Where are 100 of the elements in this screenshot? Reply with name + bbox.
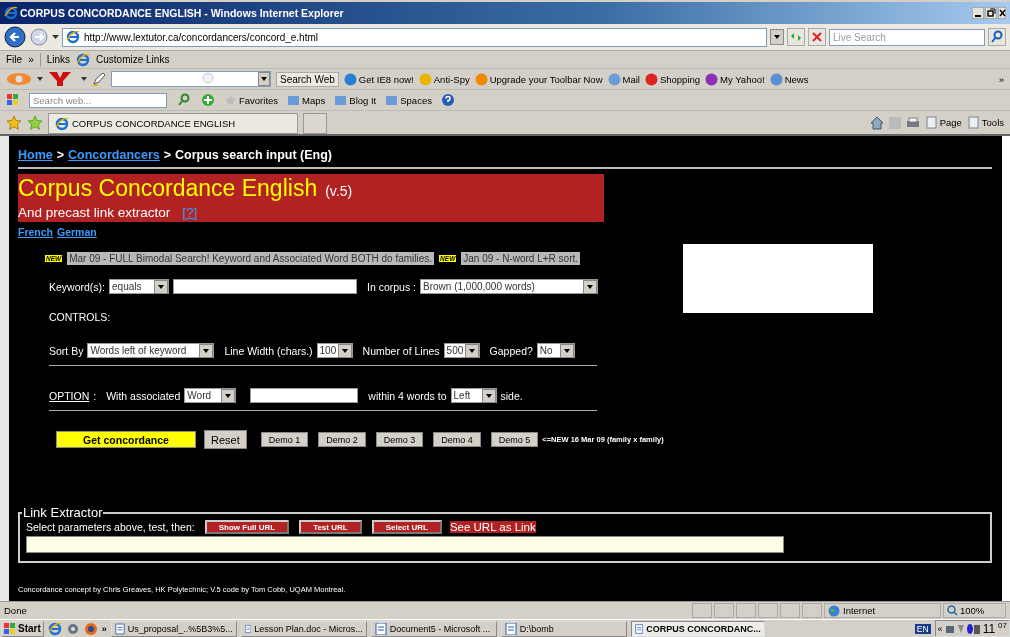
section-label: CONTROLS: bbox=[49, 311, 111, 323]
demo-button[interactable]: Demo 3 bbox=[375, 432, 424, 447]
taskbar-item[interactable]: Us_proposal_..%5B3%5... bbox=[110, 620, 237, 637]
field-label: Sort By bbox=[49, 344, 84, 357]
quick-launch-chevron[interactable]: » bbox=[101, 623, 107, 634]
keyword-field[interactable] bbox=[173, 279, 357, 294]
toolbar-item[interactable]: Anti-Spy bbox=[418, 72, 470, 86]
toolbar-item[interactable]: Blog It bbox=[334, 93, 377, 107]
field-label: Number of Lines bbox=[362, 344, 440, 357]
toolbar-item[interactable]: My Yahoo! bbox=[705, 72, 765, 86]
demo-button[interactable]: Demo 2 bbox=[318, 432, 366, 447]
document-icon bbox=[634, 622, 644, 635]
plus-icon[interactable] bbox=[201, 93, 215, 107]
clock-minute: 07 bbox=[998, 621, 1007, 630]
toolbar-item-icon bbox=[924, 116, 938, 129]
search-field[interactable] bbox=[111, 71, 271, 87]
restore-icon[interactable] bbox=[985, 7, 997, 19]
url-button[interactable]: Show Full URL bbox=[204, 520, 290, 534]
get-concordance-button[interactable]: Get concordance bbox=[56, 431, 196, 448]
toolbar-item[interactable]: Mail bbox=[607, 72, 640, 86]
dropdown[interactable]: 500 bbox=[443, 343, 480, 358]
url-button[interactable]: Select URL bbox=[371, 520, 442, 534]
breadcrumb-link[interactable]: Concordancers bbox=[68, 148, 160, 162]
dropdown[interactable]: Word bbox=[184, 388, 237, 403]
field-label: Line Width (chars.) bbox=[224, 344, 313, 357]
url-field[interactable] bbox=[26, 536, 784, 553]
address-field[interactable]: http://www.lextutor.ca/concordancers/concord_e.html bbox=[62, 27, 767, 47]
status-pane bbox=[758, 603, 778, 618]
news-item: Jan 09 - N-word L+R sort. bbox=[461, 252, 581, 265]
dropdown[interactable]: equals bbox=[109, 279, 169, 294]
print-icon[interactable] bbox=[905, 116, 920, 129]
dropdown[interactable]: No bbox=[536, 343, 575, 358]
demo-button[interactable]: Demo 4 bbox=[433, 432, 481, 447]
command-button[interactable]: Page bbox=[924, 116, 962, 129]
back-icon[interactable] bbox=[4, 26, 26, 48]
dropdown[interactable]: Left bbox=[450, 388, 497, 403]
dropdown[interactable]: 100 bbox=[316, 343, 353, 358]
search-field[interactable]: Live Search bbox=[829, 28, 985, 46]
toolbar-item[interactable]: Shopping bbox=[644, 72, 701, 86]
caret-icon[interactable] bbox=[81, 77, 87, 81]
url-link[interactable]: See URL as Link bbox=[449, 521, 536, 533]
prompt-text: Select parameters above, test, then: bbox=[26, 521, 195, 533]
zoom-control[interactable]: 100% bbox=[943, 603, 1006, 618]
toolbar-link[interactable]: Customize Links bbox=[96, 54, 170, 65]
toolbar-item[interactable]: Favorites bbox=[224, 93, 279, 107]
taskbar-item[interactable]: Document5 - Microsoft ... bbox=[370, 620, 497, 637]
home-icon[interactable] bbox=[869, 115, 884, 130]
toolbar-item[interactable]: News bbox=[769, 72, 809, 86]
version-label: (v.5) bbox=[325, 182, 353, 201]
toolbar-item[interactable]: Get IE8 now! bbox=[343, 72, 414, 86]
clock-hour: 11 bbox=[982, 621, 996, 636]
toolbar-item[interactable]: Spaces bbox=[385, 93, 432, 107]
search-field[interactable]: Search web... bbox=[29, 92, 167, 108]
favorites-star-icon[interactable] bbox=[6, 114, 22, 131]
panel-legend: Link Extractor bbox=[22, 505, 104, 520]
overflow-chevron[interactable]: » bbox=[998, 73, 1004, 85]
caret-icon bbox=[583, 279, 598, 294]
status-pane bbox=[780, 603, 800, 618]
url-button[interactable]: Test URL bbox=[299, 520, 362, 534]
pencil-icon[interactable] bbox=[92, 72, 106, 86]
browser-tab[interactable]: CORPUS CONCORDANCE ENGLISH bbox=[48, 113, 298, 134]
minimize-icon[interactable] bbox=[972, 7, 984, 19]
toolbar-item[interactable]: Upgrade your Toolbar Now bbox=[474, 72, 603, 86]
search-icon[interactable] bbox=[988, 28, 1006, 46]
menu-item[interactable]: » bbox=[28, 54, 34, 65]
caret-icon[interactable] bbox=[770, 29, 784, 45]
caret-icon[interactable] bbox=[37, 77, 43, 81]
taskbar-item[interactable]: Lesson Plan.doc - Micros... bbox=[240, 620, 367, 637]
menu-item[interactable]: File bbox=[6, 54, 23, 65]
search-icon[interactable] bbox=[176, 92, 192, 108]
taskbar-item[interactable]: D:\bomb bbox=[500, 620, 627, 637]
toolbar-item[interactable]: Maps bbox=[287, 93, 326, 107]
command-button[interactable]: Tools bbox=[966, 116, 1004, 129]
taskbar-item[interactable]: CORPUS CONCORDANC... bbox=[630, 620, 765, 637]
tray-chevron[interactable]: « bbox=[937, 623, 943, 634]
new-tab-button[interactable] bbox=[303, 113, 327, 134]
help-icon[interactable] bbox=[440, 93, 455, 107]
demo-button[interactable]: Demo 1 bbox=[260, 432, 309, 447]
caret-icon bbox=[559, 343, 574, 358]
dropdown[interactable]: Words left of keyword bbox=[87, 343, 215, 358]
demo-button[interactable]: Demo 5 bbox=[490, 432, 539, 447]
search-web-button[interactable]: Search Web bbox=[276, 71, 339, 87]
associated-word-field[interactable] bbox=[250, 388, 359, 403]
windows-flag-icon[interactable] bbox=[6, 93, 20, 107]
browser-icon bbox=[47, 621, 62, 636]
caret-icon bbox=[464, 343, 479, 358]
caret-icon[interactable] bbox=[52, 34, 59, 40]
browser-icon bbox=[66, 30, 80, 44]
start-button[interactable]: Start bbox=[1, 620, 44, 637]
dropdown[interactable]: Brown (1,000,000 words) bbox=[420, 279, 599, 294]
language-link[interactable]: French bbox=[18, 226, 53, 238]
security-zone: Internet bbox=[824, 603, 941, 618]
language-link[interactable]: German bbox=[57, 226, 97, 238]
caret-icon[interactable] bbox=[258, 72, 270, 86]
breadcrumb-link[interactable]: Home bbox=[18, 148, 53, 162]
language-indicator[interactable]: EN bbox=[914, 623, 931, 634]
reset-button[interactable]: Reset bbox=[204, 430, 247, 449]
stop-icon[interactable] bbox=[808, 28, 826, 46]
option-link[interactable]: OPTION bbox=[49, 389, 90, 402]
close-icon[interactable] bbox=[998, 7, 1006, 19]
